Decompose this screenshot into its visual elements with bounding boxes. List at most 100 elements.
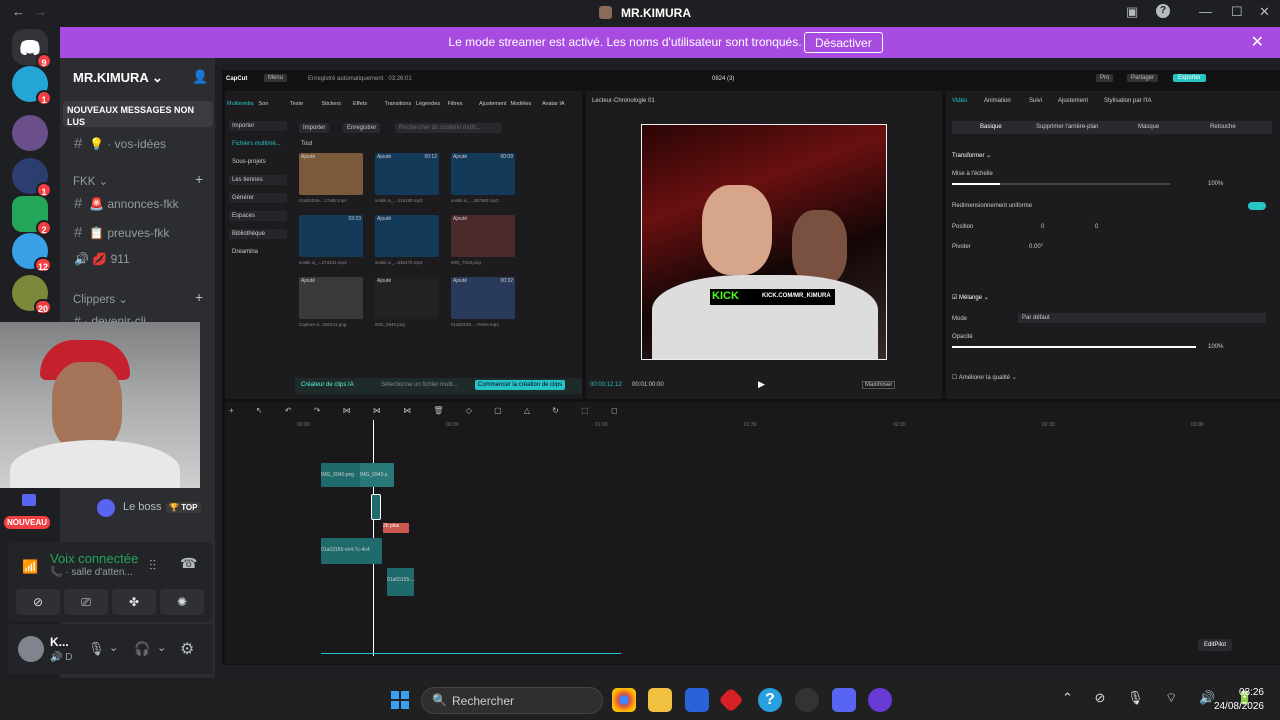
scale-slider[interactable] [952, 183, 1170, 185]
props-tab[interactable]: Ajustement [1058, 98, 1088, 104]
menu-button[interactable]: Menu [264, 74, 288, 82]
opacity-value[interactable]: 100% [1208, 344, 1223, 350]
video-clip[interactable]: 01a03155-... [387, 568, 415, 596]
server-name[interactable]: MR.KIMURA ⌄ [73, 70, 163, 86]
timeline-ruler[interactable]: 00:00 00:30 01:00 01:30 02:00 02:30 03:00 [297, 422, 1277, 432]
discord-home-icon[interactable]: 9 [12, 29, 52, 69]
minimize-icon[interactable]: — [1199, 4, 1212, 19]
tool-tab-7[interactable]: Filtres [448, 101, 463, 107]
tool-tab-8[interactable]: Ajustement [479, 101, 507, 107]
opacity-slider[interactable] [952, 346, 1196, 348]
editpilot-button[interactable]: EditPilot [1198, 639, 1233, 651]
enhance-quality[interactable]: ☐ Améliorer la qualité ⌄ [952, 374, 1017, 381]
channel-vos-idees[interactable]: # 💡 · vos-idées [74, 135, 166, 152]
clock[interactable]: 03:26 24/08/2026 [1214, 686, 1264, 714]
media-thumbnail[interactable]: Ajouté [375, 277, 439, 319]
media-thumbnail[interactable]: 03:23 [299, 215, 363, 257]
tool-tab-9[interactable]: Modèles [511, 101, 532, 107]
voice-channel-911[interactable]: 🔊 💋 911 [74, 252, 130, 266]
camera-off-button[interactable]: ⊘ [16, 589, 60, 615]
chevron-down-icon[interactable]: ⌄ [109, 641, 118, 654]
props-tab[interactable]: Animation [984, 98, 1011, 104]
store-icon[interactable] [685, 688, 709, 712]
media-item[interactable]: 03:23 sostik.io_...273101.mp3 [299, 215, 363, 269]
guild-icon-4[interactable]: 2 [12, 196, 52, 236]
transform-section[interactable]: Transformer ⌄ [952, 152, 991, 159]
side-menu-item[interactable]: Bibliothèque [229, 229, 287, 239]
soundboard-icon[interactable]: ⫶⫶ [149, 557, 156, 574]
ratio-button[interactable]: Maximiser [862, 381, 896, 389]
chevron-down-icon[interactable]: ⌄ [157, 641, 166, 654]
media-thumbnail[interactable]: Ajouté [299, 277, 363, 319]
mode-select[interactable]: Par défaut [1018, 313, 1266, 323]
side-menu-item[interactable]: Les tiennes [229, 175, 287, 185]
media-item[interactable]: Ajouté Capture d...530441.png [299, 277, 363, 331]
scale-value[interactable]: 100% [1208, 181, 1223, 187]
media-item[interactable]: Ajouté 00:32 01a03155-...7e4ee.mp4 [451, 277, 515, 331]
folder-icon[interactable] [22, 494, 36, 506]
capcut-taskbar-icon[interactable] [795, 688, 819, 712]
media-thumbnail[interactable]: Ajouté 00:32 [451, 277, 515, 319]
position-y[interactable]: 0 [1095, 224, 1098, 230]
props-tab[interactable]: Vidéo [952, 98, 967, 104]
export-button[interactable]: Exporter [1173, 74, 1206, 82]
screen-share-button[interactable]: ⎚ [64, 589, 108, 615]
close-window-icon[interactable]: ✕ [1259, 4, 1270, 20]
soundboard-button[interactable]: ✺ [160, 589, 204, 615]
inbox-icon[interactable]: ▣ [1126, 4, 1138, 20]
avatar[interactable] [18, 636, 44, 662]
selected-clip[interactable] [371, 494, 381, 520]
signal-icon[interactable]: 📶 [22, 559, 38, 575]
disable-streamer-button[interactable]: Désactiver [804, 32, 883, 53]
side-menu-item[interactable]: Sous-projets [229, 157, 287, 167]
media-item[interactable]: Ajouté 00:12 sostik.io_...416180.mp3 [375, 153, 439, 207]
disconnect-icon[interactable]: ☎ [180, 555, 197, 572]
start-clips-button[interactable]: Commencer la création de clips [475, 380, 566, 390]
unread-pill[interactable]: NOUVEAUX MESSAGES NON LUS [63, 101, 213, 127]
tool-tab-1[interactable]: Son [259, 101, 269, 107]
activities-button[interactable]: ✤ [112, 589, 156, 615]
media-item[interactable]: Ajouté 00:09 sostik.io_...367983.mp3 [451, 153, 515, 207]
close-banner-icon[interactable]: ✕ [1251, 32, 1264, 52]
media-thumbnail[interactable]: Ajouté [375, 215, 439, 257]
add-member-icon[interactable]: 👤 [192, 69, 208, 85]
side-menu-item[interactable]: Espaces [229, 211, 287, 221]
side-menu-item[interactable]: Dreamina [229, 247, 287, 257]
windows-start-icon[interactable] [390, 690, 410, 710]
media-item[interactable]: Ajouté IMG_7519.png [451, 215, 515, 269]
channel-annonces-fkk[interactable]: # 🚨 annonces-fkk [74, 195, 179, 212]
audio-track-line[interactable] [321, 653, 621, 654]
settings-gear-icon[interactable]: ⚙ [180, 639, 194, 659]
category-clippers[interactable]: Clippers ⌄ [73, 292, 128, 306]
mic-icon[interactable]: 🎙 [88, 641, 105, 657]
import-button[interactable]: Importer [299, 123, 330, 133]
side-menu-item[interactable]: Importer [229, 121, 287, 131]
filter-all[interactable]: Tout [301, 141, 312, 147]
props-tab[interactable]: Suivi [1029, 98, 1042, 104]
record-button[interactable]: Enregistrer [343, 123, 381, 133]
pro-button[interactable]: Pro [1096, 74, 1114, 82]
guild-icon-3[interactable]: 1 [12, 158, 52, 198]
side-menu-item[interactable]: Générer [229, 193, 287, 203]
media-item[interactable]: Ajouté IMG_6940.png [375, 277, 439, 331]
voice-channel-name[interactable]: 📞 · salle d'atten... [50, 567, 133, 578]
category-fkk[interactable]: FKK ⌄ [73, 174, 108, 188]
video-clip[interactable]: 01a03155-ch4-7c-4c4 [321, 538, 382, 564]
position-x[interactable]: 0 [1041, 224, 1044, 230]
headphones-icon[interactable]: 🎧 [134, 641, 150, 657]
tool-tab-3[interactable]: Stickers [322, 101, 342, 107]
help-icon[interactable]: ? [1156, 4, 1170, 18]
chrome-icon[interactable] [612, 688, 636, 712]
preview-frame[interactable]: KICK KICK.COM/MR_KIMURA [641, 124, 887, 360]
media-thumbnail[interactable]: Ajouté 00:12 [375, 153, 439, 195]
rotate-value[interactable]: 0.00° [1029, 244, 1043, 250]
blend-section[interactable]: ☑ Mélange ⌄ [952, 294, 989, 301]
tool-tab-4[interactable]: Effets [353, 101, 367, 107]
props-subtab[interactable]: Basique [980, 124, 1002, 130]
play-icon[interactable]: ▶ [758, 379, 765, 390]
side-menu-item[interactable]: Fichiers multimé... [229, 139, 287, 149]
tool-tab-6[interactable]: Légendes [416, 101, 440, 107]
media-thumbnail[interactable]: Ajouté [299, 153, 363, 195]
guild-icon-5[interactable]: 12 [12, 233, 52, 273]
media-thumbnail[interactable]: Ajouté 00:09 [451, 153, 515, 195]
